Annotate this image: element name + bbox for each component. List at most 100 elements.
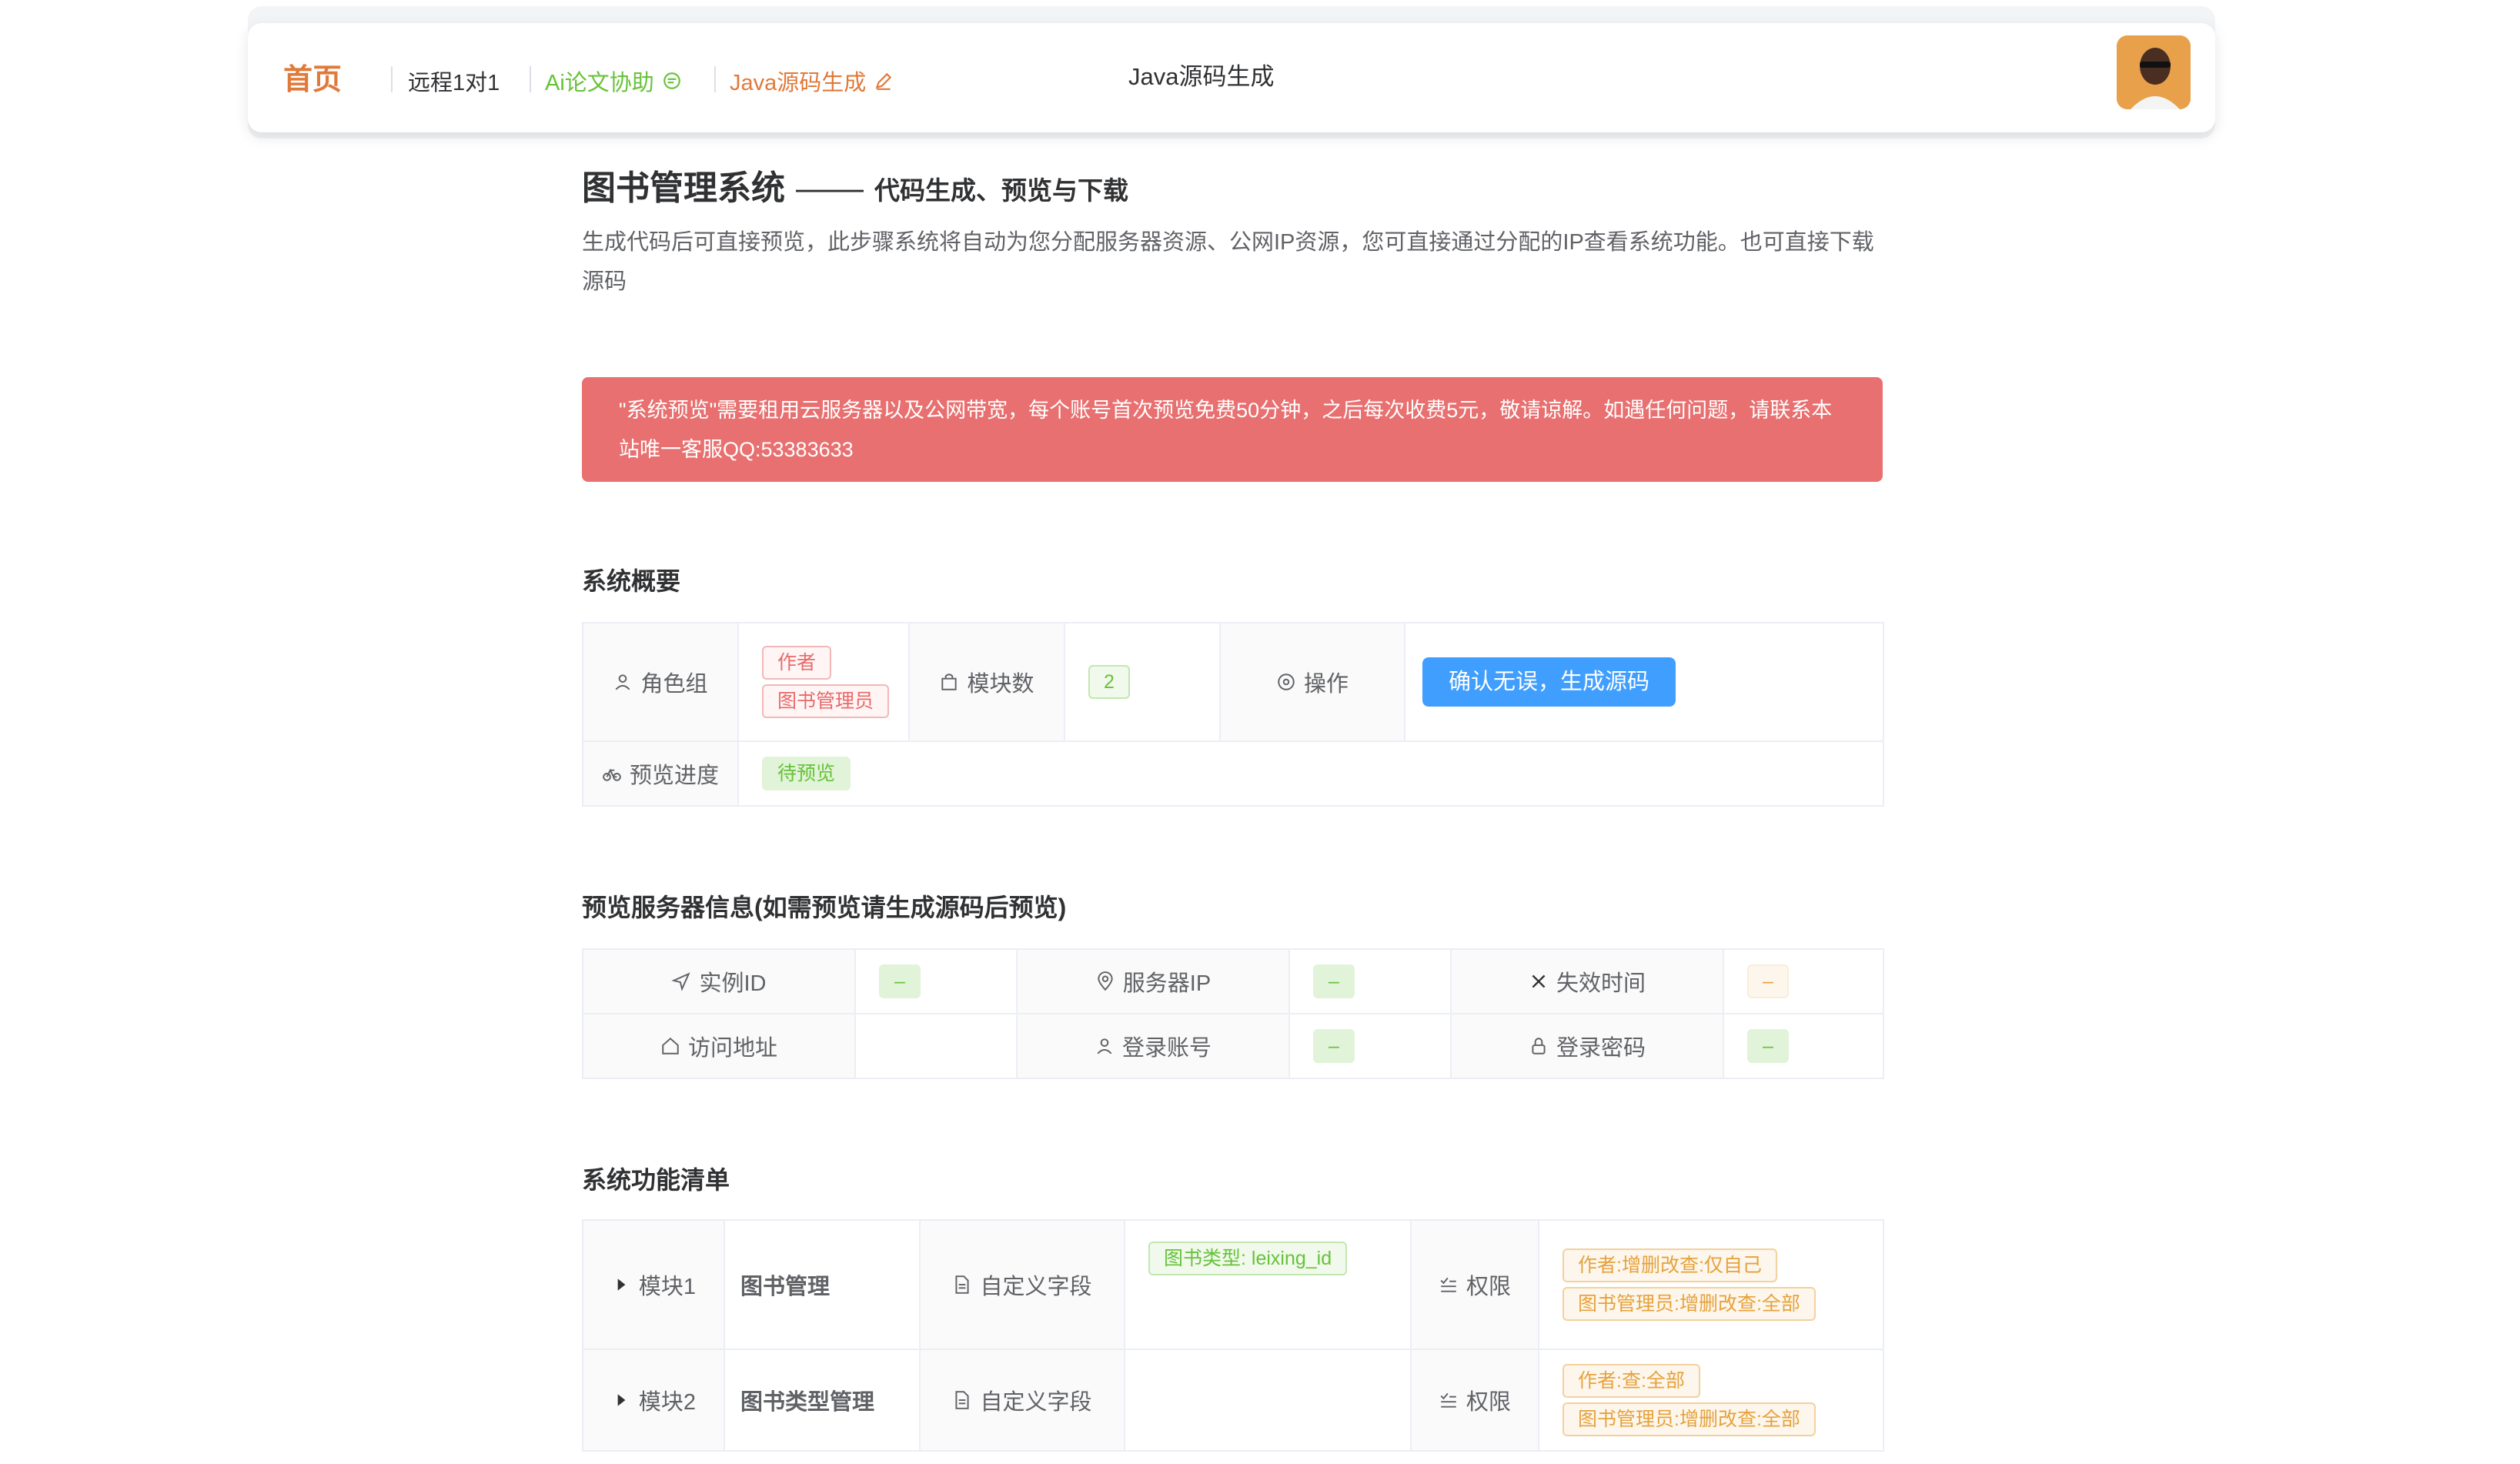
login-account-cell: – — [1288, 1013, 1452, 1079]
close-icon — [1532, 974, 1546, 988]
progress-cell: 待预览 — [737, 740, 1884, 807]
title-dash: —— — [796, 169, 864, 207]
page-header-title: Java源码生成 — [1128, 63, 1275, 90]
caret-right-icon — [617, 1278, 626, 1291]
document-icon — [955, 1275, 970, 1294]
custom-fields-cell: 图书类型: leixing_id — [1124, 1219, 1412, 1350]
nav-item-label: Ai论文协助 — [545, 71, 654, 95]
login-password-value: – — [1747, 1029, 1789, 1063]
table-row: 模块2 图书类型管理 自定义字段 权限 作者:查:全部 图书管理员:增删改查:全… — [582, 1349, 1884, 1452]
instance-id-value: – — [879, 964, 921, 998]
nav-divider — [391, 66, 393, 92]
progress-status-tag: 待预览 — [762, 757, 851, 790]
module-count-badge: 2 — [1088, 665, 1130, 699]
module-name: 图书类型管理 — [724, 1349, 921, 1452]
login-password-label-cell: 登录密码 — [1450, 1013, 1724, 1079]
features-section-title: 系统功能清单 — [582, 1166, 730, 1194]
page-title: 图书管理系统 —— 代码生成、预览与下载 — [582, 160, 1128, 209]
location-pin-icon — [1098, 971, 1113, 991]
settings-icon — [1278, 674, 1295, 690]
expire-time-value: – — [1747, 964, 1789, 998]
bicycle-icon — [603, 768, 621, 781]
custom-field-label: 自定义字段 — [980, 1390, 1092, 1415]
checklist-icon — [1440, 1392, 1456, 1408]
action-label: 操作 — [1303, 672, 1349, 697]
server-section-title: 预览服务器信息(如需预览请生成源码后预览) — [582, 894, 1067, 921]
roles-cell: 作者 图书管理员 — [737, 622, 910, 742]
role-group-label-cell: 角色组 — [582, 622, 739, 742]
system-name: 图书管理系统 — [582, 169, 785, 207]
custom-field-tag: 图书类型: leixing_id — [1148, 1242, 1348, 1275]
expire-time-label: 失效时间 — [1556, 971, 1646, 996]
nav-item-remote[interactable]: 远程1对1 — [408, 65, 500, 97]
nav-item-ai-paper[interactable]: Ai论文协助 — [545, 65, 682, 97]
navigation-arrow-icon — [671, 972, 691, 991]
instance-id-label-cell: 实例ID — [582, 948, 856, 1014]
shopping-bag-icon — [941, 674, 958, 690]
house-icon — [662, 1037, 679, 1055]
document-icon — [955, 1391, 970, 1409]
login-password-cell: – — [1723, 1013, 1884, 1079]
server-info-table: 实例ID – 服务器IP – 失效时间 – 访问地址 登录账号 – 登录密码 – — [582, 948, 1884, 1079]
module-toggle[interactable]: 模块1 — [582, 1219, 725, 1350]
permission-label: 权限 — [1466, 1390, 1511, 1415]
expire-time-cell: – — [1723, 948, 1884, 1014]
custom-field-label: 自定义字段 — [980, 1275, 1092, 1299]
access-url-label-cell: 访问地址 — [582, 1013, 856, 1079]
feature-list-table: 模块1 图书管理 自定义字段 图书类型: leixing_id 权限 作者:增删… — [582, 1219, 1884, 1452]
nav-home-link[interactable]: 首页 — [283, 55, 342, 98]
pencil-icon — [875, 72, 892, 90]
checklist-icon — [1440, 1277, 1456, 1292]
nav-item-label: Java源码生成 — [730, 71, 867, 95]
module-toggle[interactable]: 模块2 — [582, 1349, 725, 1452]
permission-tag: 图书管理员:增删改查:全部 — [1562, 1287, 1816, 1321]
confirm-generate-button[interactable]: 确认无误，生成源码 — [1422, 657, 1676, 707]
user-avatar[interactable] — [2117, 35, 2191, 109]
permissions-cell: 作者:查:全部 图书管理员:增删改查:全部 — [1538, 1349, 1884, 1452]
server-ip-value: – — [1313, 964, 1355, 998]
nav-item-java-codegen[interactable]: Java源码生成 — [730, 65, 894, 97]
login-account-label-cell: 登录账号 — [1016, 1013, 1290, 1079]
role-tag: 作者 — [762, 646, 832, 680]
module-label: 模块1 — [638, 1275, 697, 1299]
progress-label-cell: 预览进度 — [582, 740, 739, 807]
caret-right-icon — [617, 1394, 626, 1406]
avatar-icon — [2117, 35, 2191, 109]
nav-divider — [530, 66, 531, 92]
permission-tag: 作者:增删改查:仅自己 — [1562, 1248, 1777, 1282]
permission-tag: 作者:查:全部 — [1562, 1364, 1700, 1398]
custom-field-label-cell: 自定义字段 — [919, 1349, 1125, 1452]
server-ip-label: 服务器IP — [1122, 971, 1212, 996]
login-account-value: – — [1313, 1029, 1355, 1063]
user-icon — [616, 674, 630, 690]
server-ip-label-cell: 服务器IP — [1016, 948, 1290, 1014]
login-account-label: 登录账号 — [1121, 1036, 1212, 1061]
access-url-cell[interactable] — [854, 1013, 1018, 1079]
user-icon — [1097, 1038, 1112, 1055]
overview-table: 角色组 作者 图书管理员 模块数 2 操作 确认无误，生成源码 预览进度 待预览 — [582, 622, 1884, 807]
server-ip-cell: – — [1288, 948, 1452, 1014]
table-row: 模块1 图书管理 自定义字段 图书类型: leixing_id 权限 作者:增删… — [582, 1219, 1884, 1350]
action-cell: 确认无误，生成源码 — [1404, 622, 1884, 742]
progress-label: 预览进度 — [629, 764, 719, 788]
chat-bubble-icon — [663, 72, 680, 89]
module-label: 模块2 — [638, 1390, 697, 1415]
custom-field-label-cell: 自定义字段 — [919, 1219, 1125, 1350]
nav-divider — [714, 66, 716, 92]
permission-label-cell: 权限 — [1410, 1349, 1539, 1452]
permission-label: 权限 — [1466, 1275, 1511, 1299]
role-group-label: 角色组 — [640, 672, 708, 697]
module-name: 图书管理 — [724, 1219, 921, 1350]
instance-id-label: 实例ID — [699, 971, 767, 996]
custom-fields-cell — [1124, 1349, 1412, 1452]
nav-item-label: 远程1对1 — [408, 71, 500, 95]
intro-text: 生成代码后可直接预览，此步骤系统将自动为您分配服务器资源、公网IP资源，您可直接… — [582, 230, 1874, 294]
module-count-label-cell: 模块数 — [908, 622, 1065, 742]
module-count-label: 模块数 — [967, 672, 1034, 697]
expire-time-label-cell: 失效时间 — [1450, 948, 1724, 1014]
page-subtitle: 代码生成、预览与下载 — [874, 176, 1128, 205]
role-tag: 图书管理员 — [762, 684, 890, 718]
access-url-label: 访问地址 — [687, 1036, 777, 1061]
permission-label-cell: 权限 — [1410, 1219, 1539, 1350]
permissions-cell: 作者:增删改查:仅自己 图书管理员:增删改查:全部 — [1538, 1219, 1884, 1350]
